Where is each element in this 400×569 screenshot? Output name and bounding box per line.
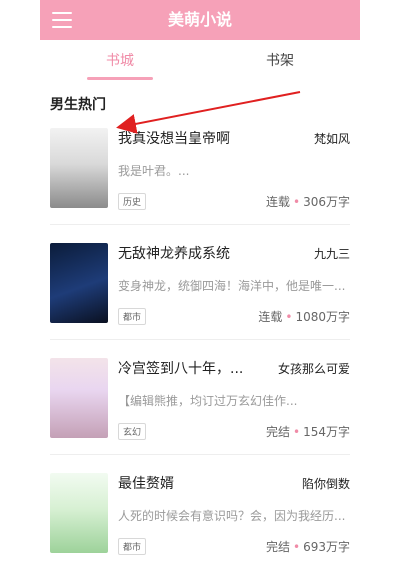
book-title-row: 无敌神龙养成系统 九九三 (118, 243, 350, 263)
book-description: 变身神龙，统御四海！海洋中，他是唯一... (118, 279, 346, 293)
book-words: 306万字 (303, 195, 350, 209)
book-cover[interactable] (50, 128, 108, 208)
app-container: 美萌小说 书城 书架 男生热门 我真没想当皇帝啊 梵如风 我是叶君。... 历史… (40, 0, 360, 569)
book-tag: 玄幻 (118, 423, 147, 440)
book-meta: 完结 • 154万字 (266, 423, 350, 440)
book-author: 梵如风 (313, 131, 350, 146)
book-cover[interactable] (50, 243, 108, 323)
book-meta-row: 玄幻 完结 • 154万字 (118, 423, 350, 440)
tab-bar: 书城 书架 (40, 40, 360, 82)
book-item[interactable]: 冷宫签到八十年，... 女孩那么可爱 【编辑熊推，均订过万玄幻佳作... 玄幻 … (50, 352, 350, 455)
book-status: 连载 (266, 195, 291, 209)
book-tag: 都市 (118, 538, 147, 555)
book-title[interactable]: 无敌神龙养成系统 (118, 243, 230, 263)
book-author: 女孩那么可爱 (277, 361, 350, 376)
app-title: 美萌小说 (167, 10, 232, 29)
book-author: 九九三 (313, 246, 350, 261)
book-description: 【编辑熊推，均订过万玄幻佳作... (118, 394, 298, 408)
book-cover[interactable] (50, 358, 108, 438)
dot-separator: • (285, 310, 293, 324)
tab-bookshelf[interactable]: 书架 (200, 40, 360, 82)
book-status: 完结 (266, 540, 291, 554)
book-meta: 连载 • 306万字 (266, 193, 350, 210)
book-info: 我真没想当皇帝啊 梵如风 我是叶君。... 历史 连载 • 306万字 (108, 128, 350, 210)
book-title-row: 冷宫签到八十年，... 女孩那么可爱 (118, 358, 350, 378)
dot-separator: • (293, 425, 301, 439)
book-info: 最佳赘婿 陷你倒数 人死的时候会有意识吗？会，因为我经历... 都市 完结 • 69… (108, 473, 350, 555)
tab-bookstore[interactable]: 书城 (40, 40, 200, 82)
book-info: 冷宫签到八十年，... 女孩那么可爱 【编辑熊推，均订过万玄幻佳作... 玄幻 … (108, 358, 350, 440)
book-title[interactable]: 冷宫签到八十年，... (118, 358, 243, 378)
book-tag: 历史 (118, 193, 147, 210)
dot-separator: • (293, 195, 301, 209)
book-status: 连载 (258, 310, 283, 324)
book-meta: 连载 • 1080万字 (258, 308, 350, 325)
book-title[interactable]: 最佳赘婿 (118, 473, 174, 493)
book-list: 我真没想当皇帝啊 梵如风 我是叶君。... 历史 连载 • 306万字 无敌神龙养成… (40, 122, 360, 569)
app-header: 美萌小说 (40, 0, 360, 40)
dot-separator: • (293, 540, 301, 554)
book-cover[interactable] (50, 473, 108, 553)
book-item[interactable]: 最佳赘婿 陷你倒数 人死的时候会有意识吗？会，因为我经历... 都市 完结 • 69… (50, 467, 350, 569)
book-meta: 完结 • 693万字 (266, 538, 350, 555)
book-author: 陷你倒数 (301, 476, 350, 491)
book-meta-row: 都市 连载 • 1080万字 (118, 308, 350, 325)
book-title-row: 我真没想当皇帝啊 梵如风 (118, 128, 350, 148)
book-item[interactable]: 无敌神龙养成系统 九九三 变身神龙，统御四海！海洋中，他是唯一... 都市 连载… (50, 237, 350, 340)
book-title-row: 最佳赘婿 陷你倒数 (118, 473, 350, 493)
book-meta-row: 都市 完结 • 693万字 (118, 538, 350, 555)
book-info: 无敌神龙养成系统 九九三 变身神龙，统御四海！海洋中，他是唯一... 都市 连载… (108, 243, 350, 325)
book-tag: 都市 (118, 308, 147, 325)
book-description: 人死的时候会有意识吗？会，因为我经历... (118, 509, 346, 523)
section-title: 男生热门 (50, 97, 106, 113)
book-title[interactable]: 我真没想当皇帝啊 (118, 128, 230, 148)
book-meta-row: 历史 连载 • 306万字 (118, 193, 350, 210)
book-words: 693万字 (303, 540, 350, 554)
book-item[interactable]: 我真没想当皇帝啊 梵如风 我是叶君。... 历史 连载 • 306万字 (50, 122, 350, 225)
book-words: 154万字 (303, 425, 350, 439)
book-status: 完结 (266, 425, 291, 439)
book-words: 1080万字 (295, 310, 350, 324)
book-description: 我是叶君。... (118, 164, 190, 178)
